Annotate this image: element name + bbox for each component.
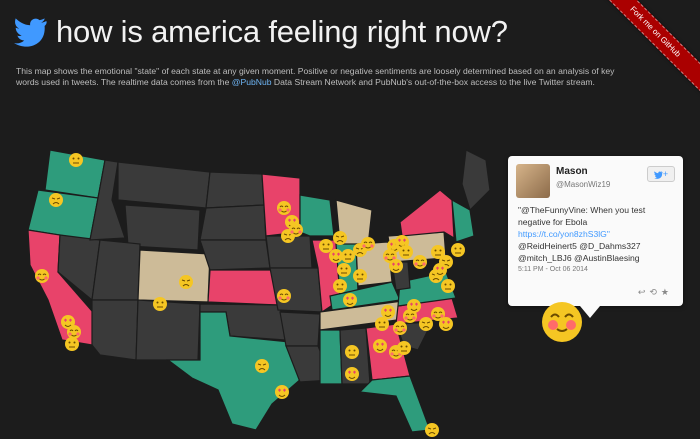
neutral-face-icon (152, 296, 168, 312)
neutral-face-icon (68, 152, 84, 168)
twitter-bird-icon (653, 171, 663, 179)
happy-face-icon (360, 236, 376, 252)
happy-face-icon (412, 254, 428, 270)
retweet-icon[interactable]: ⟲ (649, 287, 661, 297)
neutral-face-icon (398, 244, 414, 260)
neutral-face-icon (450, 242, 466, 258)
neutral-face-icon (396, 340, 412, 356)
happy-face-icon (288, 222, 304, 238)
neutral-face-icon (336, 262, 352, 278)
neutral-face-icon (440, 278, 456, 294)
reply-icon[interactable]: ↩ (638, 287, 650, 297)
happy-face-icon (276, 200, 292, 216)
sad-face-icon (254, 358, 270, 374)
sad-face-icon (424, 422, 440, 438)
neutral-face-icon (64, 336, 80, 352)
tweet-link[interactable]: https://t.co/yon8zhS3lG" (518, 229, 610, 239)
sad-face-icon (332, 230, 348, 246)
love-face-icon (372, 338, 388, 354)
love-face-icon (344, 366, 360, 382)
happy-face-icon (392, 320, 408, 336)
love-face-icon (438, 316, 454, 332)
love-face-icon (542, 302, 582, 342)
happy-face-icon (276, 288, 292, 304)
neutral-face-icon (344, 344, 360, 360)
neutral-face-icon (374, 316, 390, 332)
neutral-face-icon (352, 268, 368, 284)
tweet-text: "@TheFunnyVine: When you test negative f… (518, 205, 646, 263)
tweet-author-name: Mason (556, 166, 588, 177)
love-face-icon (432, 262, 448, 278)
love-face-icon (380, 304, 396, 320)
happy-face-icon (34, 268, 50, 284)
tweet-author-handle: @MasonWiz19 (556, 180, 611, 189)
neutral-face-icon (318, 238, 334, 254)
tweet-actions: ↩⟲★ (638, 287, 673, 298)
tweet-timestamp: 5:11 PM - Oct 06 2014 (518, 266, 588, 273)
love-face-icon (388, 258, 404, 274)
love-face-icon (274, 384, 290, 400)
love-face-icon (406, 298, 422, 314)
tweet-card[interactable]: Mason @MasonWiz19 + "@TheFunnyVine: When… (508, 156, 683, 318)
neutral-face-icon (332, 278, 348, 294)
avatar (516, 164, 550, 198)
sad-face-icon (178, 274, 194, 290)
love-face-icon (328, 248, 344, 264)
love-face-icon (342, 292, 358, 308)
follow-button[interactable]: + (647, 166, 675, 182)
happy-face-icon (66, 324, 82, 340)
sad-face-icon (418, 316, 434, 332)
favorite-icon[interactable]: ★ (661, 287, 673, 297)
sad-face-icon (48, 192, 64, 208)
neutral-face-icon (340, 248, 356, 264)
